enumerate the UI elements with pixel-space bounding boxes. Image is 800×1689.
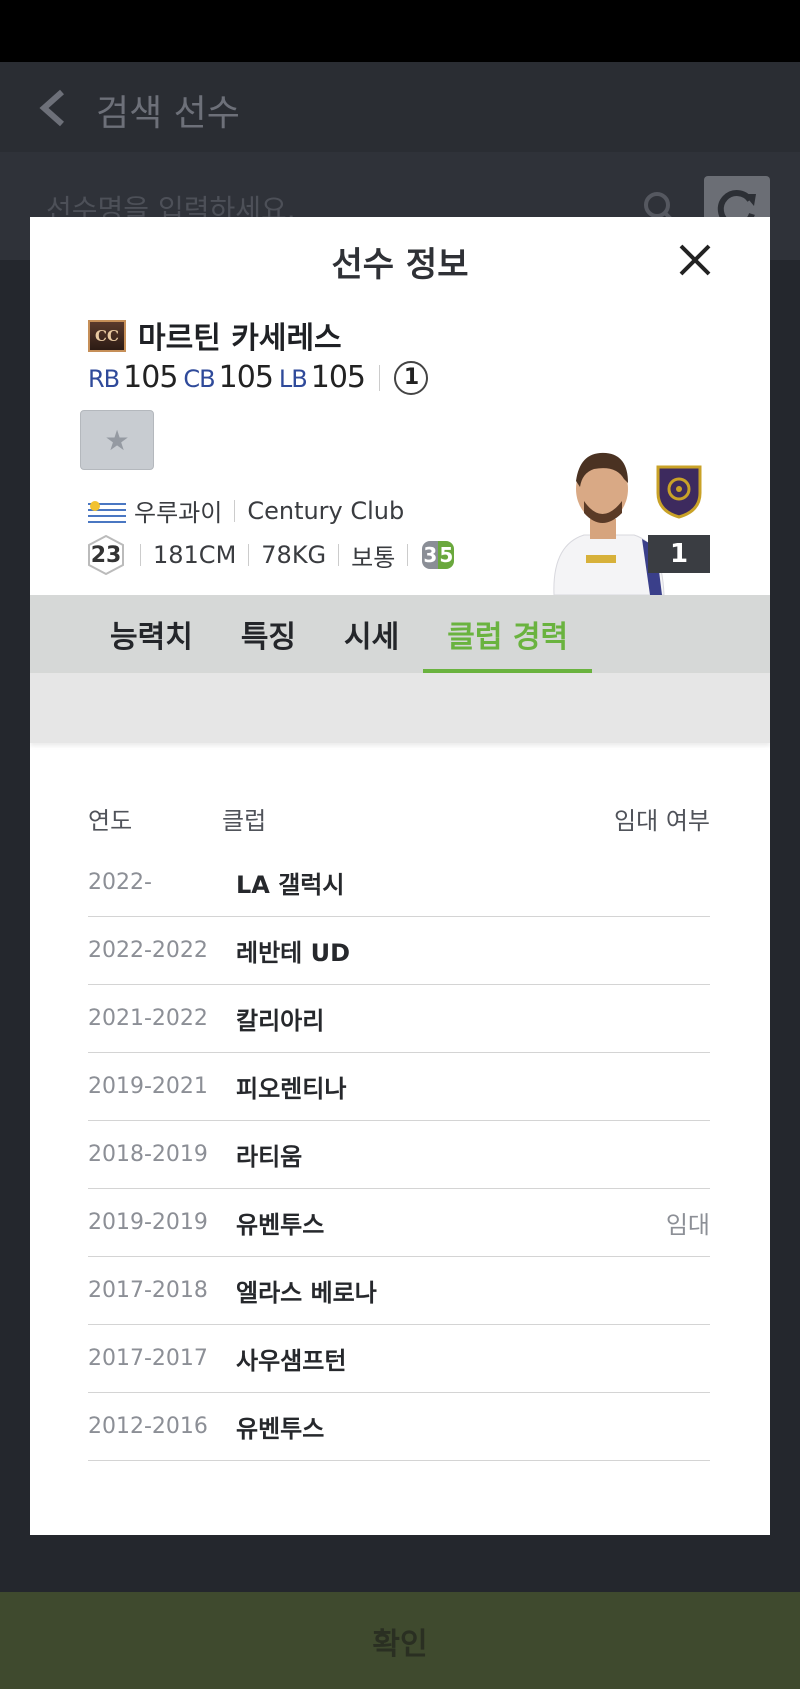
row-year: 2018-2019 <box>88 1142 208 1167</box>
table-body: 2022- LA 갤럭시 2022-2022 레반테 UD 2021-2022 칼리아리 2… <box>88 849 710 1467</box>
star-icon: ★ <box>104 423 130 457</box>
row-club: 칼리아리 <box>236 1007 325 1035</box>
row-year: 2019-2021 <box>88 1074 208 1099</box>
table-row: 2022- LA 갤럭시 <box>88 849 710 917</box>
table-row: 2019-2021 피오렌티나 <box>88 1053 710 1121</box>
row-year: 2012-2016 <box>88 1414 208 1439</box>
row-club: 엘라스 베로나 <box>236 1279 377 1307</box>
row-club: 유벤투스 <box>236 1211 325 1239</box>
row-club: 라티움 <box>236 1143 303 1171</box>
position-code: CB <box>183 365 215 393</box>
header-club: 클럽 <box>222 806 267 835</box>
row-club: LA 갤럭시 <box>236 871 345 899</box>
row-year: 2019-2019 <box>88 1210 208 1235</box>
divider <box>407 544 409 566</box>
row-club: 레반테 UD <box>236 939 351 967</box>
divider <box>338 544 340 566</box>
divider <box>379 364 381 391</box>
table-row: 2018-2019 라티움 <box>88 1121 710 1189</box>
table-header: 연도 클럽 임대 여부 <box>88 787 710 849</box>
tab-price[interactable]: 시세 <box>320 595 423 673</box>
header-loan: 임대 여부 <box>614 806 710 835</box>
table-row: 2019-2019 유벤투스 임대 <box>88 1189 710 1257</box>
age-badge: 23 <box>88 535 124 575</box>
uruguay-flag-icon <box>88 498 126 523</box>
table-row: 2017-2017 사우샘프턴 <box>88 1325 710 1393</box>
row-year: 2022- <box>88 870 152 895</box>
tab-subheader <box>30 673 770 743</box>
table-row: 2011-2012세비야 FC <box>88 1461 710 1467</box>
right-foot-value: 5 <box>438 541 455 569</box>
row-year: 2021-2022 <box>88 1006 208 1031</box>
position-code: RB <box>88 365 120 393</box>
row-club: 피오렌티나 <box>236 1075 347 1103</box>
row-year: 2017-2017 <box>88 1346 208 1371</box>
row-club: 사우샘프턴 <box>236 1347 347 1375</box>
page-title: 검색 선수 <box>96 93 240 134</box>
body-type: 보통 <box>351 543 396 572</box>
jersey-number: 1 <box>648 535 710 573</box>
tab-traits[interactable]: 특징 <box>217 595 320 673</box>
position-code: LB <box>278 365 308 393</box>
physical-stats-row: 23 181CM 78KG 보통 3 5 <box>88 535 455 575</box>
row-year: 2017-2018 <box>88 1278 208 1303</box>
position-ratings: RB 105 CB 105 LB 105 1 <box>88 360 429 395</box>
weight-value: 78KG <box>261 541 327 569</box>
nation-row: 우루과이 Century Club <box>88 493 404 528</box>
weak-foot-badge: 3 5 <box>422 541 455 569</box>
tab-bar: 능력치 특징 시세 클럽 경력 <box>30 595 770 673</box>
left-foot-value: 3 <box>422 541 439 569</box>
position-ovr: 105 <box>310 360 366 395</box>
divider <box>234 499 236 522</box>
height-value: 181CM <box>153 541 237 569</box>
row-loan: 임대 <box>665 1211 710 1239</box>
season-name: Century Club <box>247 496 405 525</box>
divider <box>248 544 250 566</box>
position-ovr: 105 <box>123 360 178 395</box>
table-row: 2021-2022 칼리아리 <box>88 985 710 1053</box>
header-year: 연도 <box>88 806 133 835</box>
status-bar <box>0 0 800 62</box>
close-button[interactable] <box>640 227 750 293</box>
confirm-label: 확인 <box>372 1626 428 1662</box>
club-logo-icon <box>656 465 702 519</box>
close-icon <box>679 244 711 276</box>
upgrade-level-badge: 1 <box>394 360 429 395</box>
tab-club-history[interactable]: 클럽 경력 <box>423 595 592 673</box>
club-history-table[interactable]: 연도 클럽 임대 여부 2022- LA 갤럭시 2022-2022 레반테 UD 20… <box>88 787 710 1467</box>
confirm-button[interactable]: 확인 <box>0 1592 800 1689</box>
chevron-left-icon[interactable] <box>36 88 72 128</box>
app-header: 검색 선수 <box>0 62 800 152</box>
row-club: 유벤투스 <box>236 1415 325 1443</box>
player-name: 마르틴 카세레스 <box>138 321 342 356</box>
season-badge-icon: CC <box>88 320 126 352</box>
nation-name: 우루과이 <box>134 499 223 527</box>
favorite-button[interactable]: ★ <box>80 410 154 470</box>
table-row: 2022-2022 레반테 UD <box>88 917 710 985</box>
tab-stats[interactable]: 능력치 <box>86 595 217 673</box>
position-ovr: 105 <box>218 360 274 395</box>
table-row: 2012-2016 유벤투스 <box>88 1393 710 1461</box>
table-row: 2017-2018 엘라스 베로나 <box>88 1257 710 1325</box>
row-year: 2022-2022 <box>88 938 208 963</box>
age-value: 23 <box>90 542 122 568</box>
divider <box>140 544 141 566</box>
player-info-modal: 선수 정보 CC 마르틴 카세레스 RB 105 CB 105 LB 105 1… <box>30 217 770 1535</box>
